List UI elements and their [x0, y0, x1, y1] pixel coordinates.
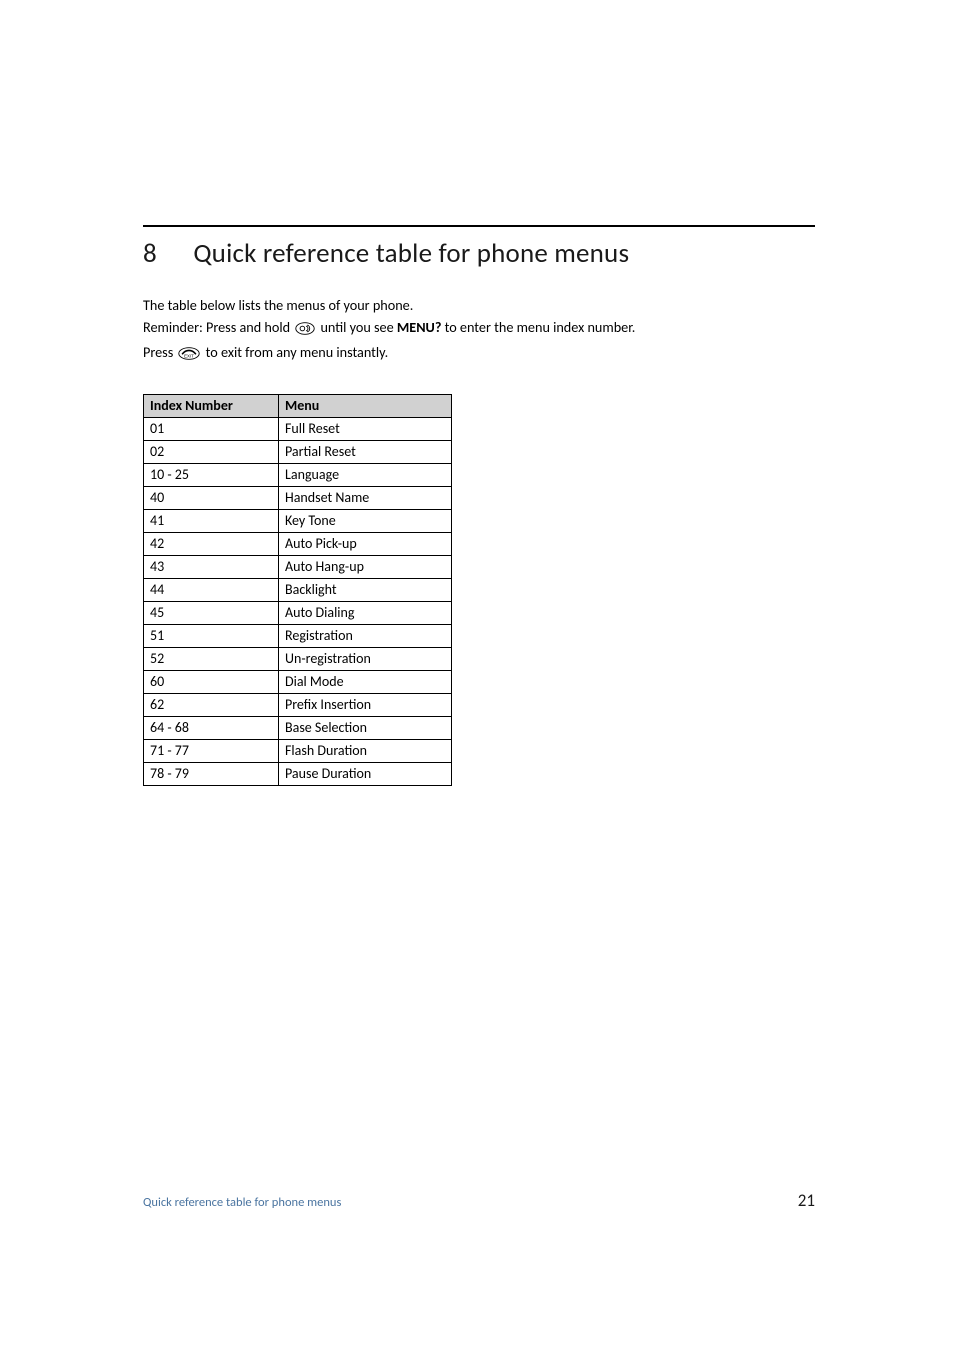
- cell-index: 78 - 79: [144, 762, 279, 785]
- table-row: 62Prefix Insertion: [144, 693, 452, 716]
- cell-index: 42: [144, 532, 279, 555]
- cell-menu: Flash Duration: [279, 739, 452, 762]
- table-row: 60Dial Mode: [144, 670, 452, 693]
- cell-index: 44: [144, 578, 279, 601]
- table-row: 42Auto Pick-up: [144, 532, 452, 555]
- intro-line-2-bold: MENU?: [397, 318, 442, 336]
- cell-index: 41: [144, 509, 279, 532]
- top-rule: [143, 225, 815, 227]
- cell-index: 64 - 68: [144, 716, 279, 739]
- table-row: 01Full Reset: [144, 417, 452, 440]
- exit-key-icon: EXIT: [178, 346, 200, 366]
- cell-index: 43: [144, 555, 279, 578]
- table-row: 52Un-registration: [144, 647, 452, 670]
- intro-line-2-pre: Reminder: Press and hold: [143, 318, 293, 336]
- table-row: 71 - 77Flash Duration: [144, 739, 452, 762]
- cell-menu: Auto Dialing: [279, 601, 452, 624]
- cell-index: 02: [144, 440, 279, 463]
- table-row: 45Auto Dialing: [144, 601, 452, 624]
- footer-page-number: 21: [798, 1190, 815, 1211]
- table-row: 44Backlight: [144, 578, 452, 601]
- intro-line-3: Press EXIT to exit from any menu instant…: [143, 343, 815, 366]
- table-row: 78 - 79Pause Duration: [144, 762, 452, 785]
- table-row: 40Handset Name: [144, 486, 452, 509]
- cell-menu: Language: [279, 463, 452, 486]
- intro-line-2-post: to enter the menu index number.: [445, 318, 636, 336]
- cell-menu: Registration: [279, 624, 452, 647]
- col-header-menu: Menu: [279, 394, 452, 417]
- cell-menu: Dial Mode: [279, 670, 452, 693]
- page-footer: Quick reference table for phone menus 21: [143, 1190, 815, 1211]
- intro-line-2-mid: until you see: [320, 318, 396, 336]
- document-page: 8 Quick reference table for phone menus …: [0, 0, 954, 1351]
- cell-index: 51: [144, 624, 279, 647]
- intro-line-3-pre: Press: [143, 343, 176, 361]
- cell-menu: Prefix Insertion: [279, 693, 452, 716]
- cell-index: 71 - 77: [144, 739, 279, 762]
- menu-index-table: Index Number Menu 01Full Reset02Partial …: [143, 394, 452, 786]
- cell-index: 62: [144, 693, 279, 716]
- cell-menu: Base Selection: [279, 716, 452, 739]
- svg-text:EXIT: EXIT: [185, 353, 195, 358]
- cell-index: 01: [144, 417, 279, 440]
- table-row: 41Key Tone: [144, 509, 452, 532]
- table-row: 10 - 25Language: [144, 463, 452, 486]
- table-header-row: Index Number Menu: [144, 394, 452, 417]
- cell-menu: Un-registration: [279, 647, 452, 670]
- col-header-index: Index Number: [144, 394, 279, 417]
- footer-section-title: Quick reference table for phone menus: [143, 1195, 341, 1210]
- table-row: 64 - 68Base Selection: [144, 716, 452, 739]
- intro-line-2: Reminder: Press and hold until you see M…: [143, 318, 815, 341]
- table-row: 43Auto Hang-up: [144, 555, 452, 578]
- cell-menu: Handset Name: [279, 486, 452, 509]
- cell-index: 60: [144, 670, 279, 693]
- cell-menu: Partial Reset: [279, 440, 452, 463]
- table-body: 01Full Reset02Partial Reset10 - 25Langua…: [144, 417, 452, 785]
- cell-menu: Key Tone: [279, 509, 452, 532]
- cell-menu: Backlight: [279, 578, 452, 601]
- cell-index: 52: [144, 647, 279, 670]
- cell-menu: Auto Hang-up: [279, 555, 452, 578]
- section-title: Quick reference table for phone menus: [193, 237, 629, 270]
- cell-menu: Full Reset: [279, 417, 452, 440]
- intro-text: The table below lists the menus of your …: [143, 296, 815, 366]
- cell-menu: Pause Duration: [279, 762, 452, 785]
- cell-index: 45: [144, 601, 279, 624]
- table-row: 51Registration: [144, 624, 452, 647]
- cell-index: 40: [144, 486, 279, 509]
- cell-menu: Auto Pick-up: [279, 532, 452, 555]
- page-title: 8 Quick reference table for phone menus: [143, 237, 815, 270]
- intro-line-3-post: to exit from any menu instantly.: [206, 343, 389, 361]
- redial-hold-key-icon: [295, 321, 315, 341]
- content-area: 8 Quick reference table for phone menus …: [143, 225, 815, 786]
- table-row: 02Partial Reset: [144, 440, 452, 463]
- cell-index: 10 - 25: [144, 463, 279, 486]
- intro-line-1: The table below lists the menus of your …: [143, 296, 815, 316]
- section-number: 8: [143, 237, 187, 270]
